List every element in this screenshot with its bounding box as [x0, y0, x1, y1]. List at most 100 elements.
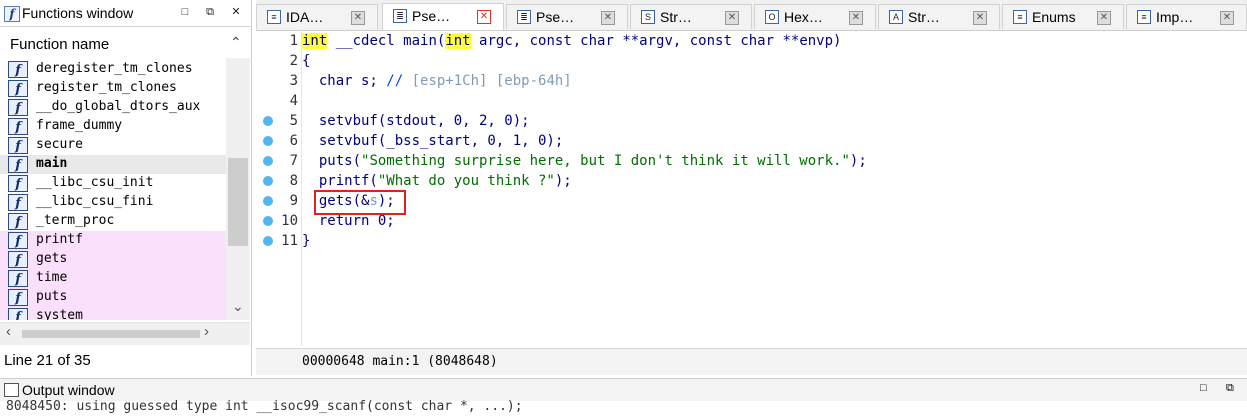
- tab-hex-view[interactable]: O Hex… ✕: [754, 4, 876, 29]
- function-row[interactable]: f printf: [0, 231, 226, 250]
- code-token: {: [302, 53, 311, 69]
- close-tab-icon[interactable]: ✕: [351, 11, 365, 25]
- function-icon: f: [8, 156, 28, 173]
- close-tab-icon[interactable]: ✕: [1097, 11, 1111, 25]
- code-text: setvbuf(_bss_start, 0, 1, 0);: [302, 133, 563, 149]
- function-icon: f: [8, 80, 28, 97]
- code-line[interactable]: 8 printf("What do you think ?");: [256, 172, 1247, 192]
- function-icon: f: [4, 6, 20, 22]
- function-list[interactable]: f deregister_tm_clones f register_tm_clones…: [0, 58, 226, 320]
- function-row[interactable]: f main: [0, 155, 226, 174]
- tab-label: Pse…: [412, 8, 451, 24]
- pseudocode-icon: ≣: [517, 10, 531, 24]
- code-text: printf("What do you think ?");: [302, 173, 572, 189]
- function-name: __libc_csu_init: [36, 175, 154, 190]
- minimize-icon[interactable]: □: [1200, 382, 1207, 394]
- code-line[interactable]: 7 puts("Something surprise here, but I d…: [256, 152, 1247, 172]
- function-name: puts: [36, 289, 68, 304]
- tab-strings[interactable]: A Str… ✕: [878, 4, 1000, 29]
- enums-icon: ≡: [1013, 10, 1027, 24]
- code-line[interactable]: 5 setvbuf(stdout, 0, 2, 0);: [256, 112, 1247, 132]
- output-window: Output window □ ⧉ 8048450: using guessed…: [0, 378, 1247, 419]
- code-line[interactable]: 11}: [256, 232, 1247, 252]
- column-header-function-name[interactable]: Function name ⌃: [0, 30, 250, 56]
- close-tab-icon[interactable]: ✕: [973, 11, 987, 25]
- breakpoint-dot-icon[interactable]: [263, 236, 273, 246]
- line-number: 9: [289, 193, 298, 209]
- function-row[interactable]: f gets: [0, 250, 226, 269]
- highlight-box: [314, 190, 406, 215]
- chevron-left-icon[interactable]: ‹: [6, 323, 11, 340]
- tab-ida-view[interactable]: ≡ IDA… ✕: [256, 4, 378, 29]
- close-icon[interactable]: ✕: [229, 5, 243, 19]
- tab-structures[interactable]: S Str… ✕: [630, 4, 752, 29]
- line-number: 1: [289, 33, 298, 49]
- code-text: {: [302, 53, 310, 69]
- tab-pseudocode[interactable]: ≣ Pse… ✕: [382, 3, 504, 30]
- close-tab-icon[interactable]: ✕: [849, 11, 863, 25]
- line-number: 6: [289, 133, 298, 149]
- line-number: 11: [281, 233, 298, 249]
- chevron-down-icon[interactable]: ⌄: [232, 298, 244, 315]
- pseudocode-icon: ≣: [393, 9, 407, 23]
- code-line[interactable]: 1 int __cdecl main(int argc, const char *…: [256, 32, 1247, 52]
- line-number: 2: [289, 53, 298, 69]
- code-text: }: [302, 233, 310, 249]
- close-tab-icon[interactable]: ✕: [601, 11, 615, 25]
- breakpoint-dot-icon[interactable]: [263, 116, 273, 126]
- close-tab-icon[interactable]: ✕: [1220, 11, 1234, 25]
- scrollbar-thumb[interactable]: [228, 158, 248, 246]
- function-row[interactable]: f deregister_tm_clones: [0, 60, 226, 79]
- breakpoint-dot-icon[interactable]: [263, 196, 273, 206]
- function-row[interactable]: f __libc_csu_fini: [0, 193, 226, 212]
- code-line[interactable]: 10 return 0;: [256, 212, 1247, 232]
- chevron-up-icon[interactable]: ⌃: [230, 34, 242, 51]
- function-row[interactable]: f puts: [0, 288, 226, 307]
- function-icon: f: [8, 194, 28, 211]
- strings-icon: A: [889, 10, 903, 24]
- function-row[interactable]: f frame_dummy: [0, 117, 226, 136]
- function-row[interactable]: f register_tm_clones: [0, 79, 226, 98]
- float-icon[interactable]: ⧉: [1226, 382, 1234, 395]
- output-line: 8048450: using guessed type int __isoc99…: [6, 399, 523, 414]
- function-row[interactable]: f secure: [0, 136, 226, 155]
- function-row[interactable]: f system: [0, 307, 226, 320]
- scrollbar-track[interactable]: [22, 330, 200, 338]
- breakpoint-dot-icon[interactable]: [263, 176, 273, 186]
- code-token: }: [302, 233, 311, 249]
- tab-label: Hex…: [784, 9, 823, 25]
- breakpoint-dot-icon[interactable]: [263, 136, 273, 146]
- function-icon: f: [8, 137, 28, 154]
- function-name: main: [36, 156, 68, 171]
- function-row[interactable]: f _term_proc: [0, 212, 226, 231]
- tab-pseudocode[interactable]: ≣ Pse… ✕: [506, 4, 628, 29]
- line-number: 7: [289, 153, 298, 169]
- tab-enums[interactable]: ≡ Enums ✕: [1002, 4, 1124, 29]
- code-line[interactable]: 6 setvbuf(_bss_start, 0, 1, 0);: [256, 132, 1247, 152]
- function-row[interactable]: f __libc_csu_init: [0, 174, 226, 193]
- function-name: system: [36, 308, 83, 320]
- close-tab-icon[interactable]: ✕: [725, 11, 739, 25]
- function-name: gets: [36, 251, 68, 266]
- tab-imports[interactable]: ≡ Imp… ✕: [1126, 4, 1247, 29]
- column-header-label: Function name: [10, 36, 110, 53]
- code-line[interactable]: 4: [256, 92, 1247, 112]
- tab-label: Imp…: [1156, 9, 1194, 25]
- minimize-icon[interactable]: □: [178, 5, 192, 19]
- close-tab-icon[interactable]: ✕: [477, 10, 491, 24]
- function-row[interactable]: f __do_global_dtors_aux: [0, 98, 226, 117]
- chevron-right-icon[interactable]: ›: [204, 323, 209, 340]
- vertical-scrollbar[interactable]: ⌄: [226, 58, 250, 320]
- code-line[interactable]: 2{: [256, 52, 1247, 72]
- horizontal-scrollbar[interactable]: ‹ ›: [0, 322, 250, 345]
- code-line[interactable]: 3 char s; // [esp+1Ch] [ebp-64h]: [256, 72, 1247, 92]
- comment: [esp+1Ch] [ebp-64h]: [403, 73, 572, 89]
- breakpoint-dot-icon[interactable]: [263, 156, 273, 166]
- tab-label: Pse…: [536, 9, 575, 25]
- function-row[interactable]: f time: [0, 269, 226, 288]
- pseudocode-view[interactable]: 1 int __cdecl main(int argc, const char *…: [256, 31, 1247, 346]
- breakpoint-dot-icon[interactable]: [263, 216, 273, 226]
- tab-label: Enums: [1032, 9, 1076, 25]
- hex-view-icon: O: [765, 10, 779, 24]
- float-icon[interactable]: ⧉: [203, 5, 217, 19]
